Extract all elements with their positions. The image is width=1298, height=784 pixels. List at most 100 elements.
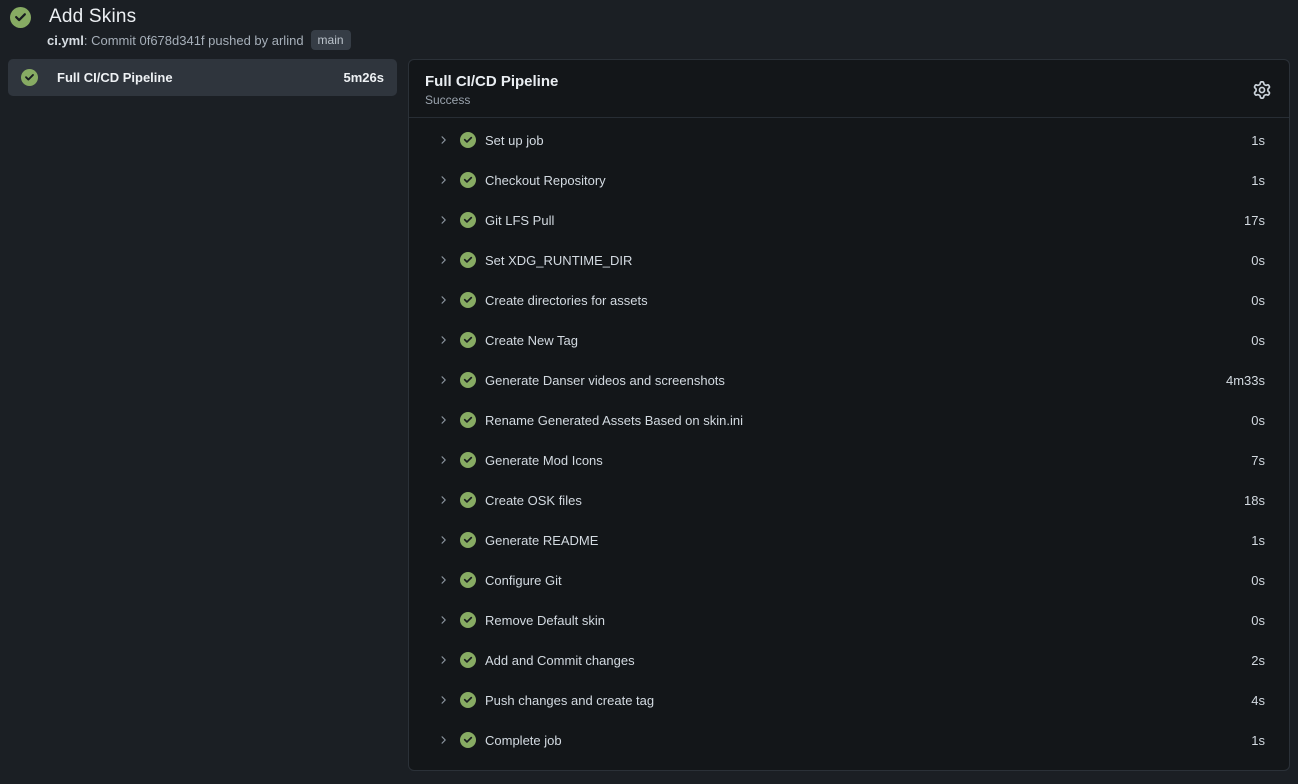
run-title: Add Skins [49, 6, 136, 28]
chevron-right-icon[interactable] [437, 734, 449, 746]
step-name: Create OSK files [485, 493, 582, 508]
step-duration: 1s [1251, 533, 1265, 548]
step-status-success-icon [460, 372, 476, 388]
step-status-success-icon [460, 452, 476, 468]
step-duration: 1s [1251, 173, 1265, 188]
job-name: Full CI/CD Pipeline [57, 70, 173, 85]
step-duration: 17s [1244, 213, 1265, 228]
chevron-right-icon[interactable] [437, 654, 449, 666]
step-duration: 0s [1251, 293, 1265, 308]
step-status-success-icon [460, 612, 476, 628]
step-name: Create directories for assets [485, 293, 648, 308]
chevron-right-icon[interactable] [437, 214, 449, 226]
step-row[interactable]: Create directories for assets 0s [409, 280, 1289, 320]
step-status-success-icon [460, 492, 476, 508]
job-detail-title: Full CI/CD Pipeline [425, 73, 558, 90]
step-status-success-icon [460, 132, 476, 148]
step-status-success-icon [460, 212, 476, 228]
chevron-right-icon[interactable] [437, 454, 449, 466]
job-status-success-icon [21, 69, 38, 86]
step-name: Rename Generated Assets Based on skin.in… [485, 413, 743, 428]
step-status-success-icon [460, 652, 476, 668]
step-duration: 0s [1251, 253, 1265, 268]
step-status-success-icon [460, 692, 476, 708]
step-status-success-icon [460, 532, 476, 548]
step-name: Remove Default skin [485, 613, 605, 628]
step-row[interactable]: Add and Commit changes 2s [409, 640, 1289, 680]
step-duration: 0s [1251, 613, 1265, 628]
step-name: Set up job [485, 133, 544, 148]
step-name: Create New Tag [485, 333, 578, 348]
job-options-button[interactable] [1251, 79, 1273, 101]
step-row[interactable]: Configure Git 0s [409, 560, 1289, 600]
chevron-right-icon[interactable] [437, 694, 449, 706]
step-name: Complete job [485, 733, 562, 748]
step-duration: 4m33s [1226, 373, 1265, 388]
chevron-right-icon[interactable] [437, 414, 449, 426]
step-row[interactable]: Create OSK files 18s [409, 480, 1289, 520]
job-detail-panel: Full CI/CD Pipeline Success Set up job 1… [408, 59, 1290, 771]
steps-list: Set up job 1s Checkout Repository 1s Git… [409, 118, 1289, 766]
commit-text: : Commit 0f678d341f pushed by arlind [84, 33, 304, 48]
chevron-right-icon[interactable] [437, 574, 449, 586]
step-row[interactable]: Generate README 1s [409, 520, 1289, 560]
step-duration: 4s [1251, 693, 1265, 708]
job-duration: 5m26s [344, 70, 384, 85]
step-name: Git LFS Pull [485, 213, 554, 228]
step-name: Checkout Repository [485, 173, 606, 188]
step-status-success-icon [460, 292, 476, 308]
job-status-text: Success [425, 93, 558, 107]
step-row[interactable]: Complete job 1s [409, 720, 1289, 760]
workflow-file-name: ci.yml [47, 33, 84, 48]
job-detail-header: Full CI/CD Pipeline Success [409, 60, 1289, 118]
step-row[interactable]: Git LFS Pull 17s [409, 200, 1289, 240]
step-name: Push changes and create tag [485, 693, 654, 708]
step-row[interactable]: Create New Tag 0s [409, 320, 1289, 360]
step-duration: 2s [1251, 653, 1265, 668]
chevron-right-icon[interactable] [437, 134, 449, 146]
run-subtitle: ci.yml: Commit 0f678d341f pushed by arli… [47, 30, 1288, 50]
step-status-success-icon [460, 172, 476, 188]
chevron-right-icon[interactable] [437, 334, 449, 346]
step-duration: 0s [1251, 573, 1265, 588]
step-row[interactable]: Checkout Repository 1s [409, 160, 1289, 200]
step-name: Generate Mod Icons [485, 453, 603, 468]
step-status-success-icon [460, 332, 476, 348]
step-row[interactable]: Remove Default skin 0s [409, 600, 1289, 640]
step-duration: 7s [1251, 453, 1265, 468]
run-header: Add Skins ci.yml: Commit 0f678d341f push… [0, 0, 1298, 54]
gear-icon [1253, 87, 1271, 102]
step-row[interactable]: Generate Danser videos and screenshots 4… [409, 360, 1289, 400]
step-status-success-icon [460, 572, 476, 588]
step-duration: 0s [1251, 333, 1265, 348]
chevron-right-icon[interactable] [437, 294, 449, 306]
step-row[interactable]: Rename Generated Assets Based on skin.in… [409, 400, 1289, 440]
step-status-success-icon [460, 412, 476, 428]
step-row[interactable]: Generate Mod Icons 7s [409, 440, 1289, 480]
step-name: Add and Commit changes [485, 653, 635, 668]
step-row[interactable]: Push changes and create tag 4s [409, 680, 1289, 720]
step-name: Generate Danser videos and screenshots [485, 373, 725, 388]
step-name: Generate README [485, 533, 598, 548]
step-row[interactable]: Set up job 1s [409, 120, 1289, 160]
step-duration: 1s [1251, 133, 1265, 148]
run-status-success-icon [10, 7, 31, 28]
step-status-success-icon [460, 732, 476, 748]
chevron-right-icon[interactable] [437, 374, 449, 386]
step-duration: 18s [1244, 493, 1265, 508]
chevron-right-icon[interactable] [437, 174, 449, 186]
step-duration: 0s [1251, 413, 1265, 428]
step-duration: 1s [1251, 733, 1265, 748]
actions-run-view: Full CI/CD Pipeline 5m26s Full CI/CD Pip… [0, 54, 1298, 771]
step-name: Set XDG_RUNTIME_DIR [485, 253, 632, 268]
chevron-right-icon[interactable] [437, 534, 449, 546]
chevron-right-icon[interactable] [437, 494, 449, 506]
chevron-right-icon[interactable] [437, 254, 449, 266]
step-row[interactable]: Set XDG_RUNTIME_DIR 0s [409, 240, 1289, 280]
chevron-right-icon[interactable] [437, 614, 449, 626]
branch-badge[interactable]: main [311, 30, 351, 50]
job-item-full-ci-cd-pipeline[interactable]: Full CI/CD Pipeline 5m26s [8, 59, 397, 96]
jobs-sidebar: Full CI/CD Pipeline 5m26s [8, 59, 397, 96]
step-name: Configure Git [485, 573, 562, 588]
step-status-success-icon [460, 252, 476, 268]
